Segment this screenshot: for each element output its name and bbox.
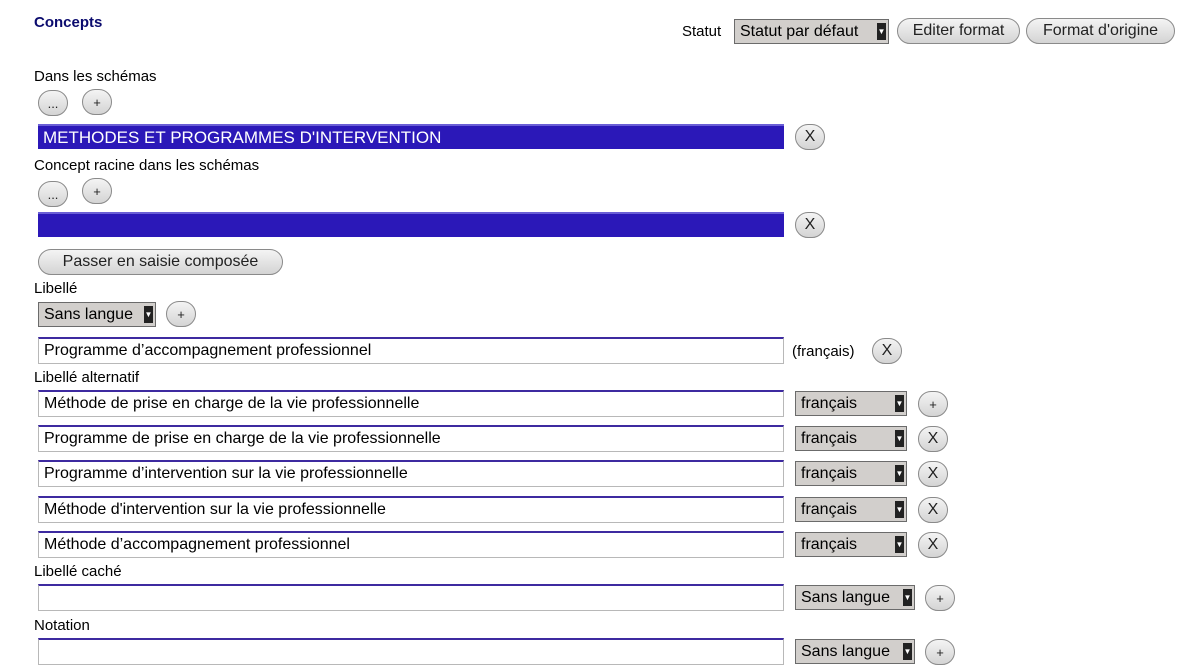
schemes-browse-button[interactable]: ... — [38, 90, 68, 116]
alt-label-input[interactable]: Méthode de prise en charge de la vie pro… — [38, 390, 784, 417]
pref-label-lang-text: (français) — [792, 343, 855, 360]
pref-label-input[interactable]: Programme d’accompagnement professionnel — [38, 337, 784, 364]
hidden-label-lang-value: Sans langue — [801, 588, 890, 606]
chevron-down-icon: ▼ — [903, 643, 912, 660]
pref-label-lang-value: Sans langue — [44, 305, 133, 323]
pref-label-lang-select[interactable]: Sans langue ▼ — [38, 302, 156, 327]
root-schemes-add-button[interactable]: + — [82, 178, 112, 204]
root-scheme-remove-button[interactable]: X — [795, 212, 825, 238]
alt-label-input[interactable]: Méthode d’accompagnement professionnel — [38, 531, 784, 558]
alt-label-add-button[interactable]: + — [918, 391, 948, 417]
alt-label-lang-select[interactable]: français ▼ — [795, 497, 907, 522]
alt-label-lang-value: français — [801, 429, 858, 447]
alt-label-remove-button[interactable]: X — [918, 497, 948, 523]
alt-label-input[interactable]: Programme de prise en charge de la vie p… — [38, 425, 784, 452]
alt-label-remove-button[interactable]: X — [918, 426, 948, 452]
page-title: Concepts — [34, 14, 103, 31]
alt-label-remove-button[interactable]: X — [918, 532, 948, 558]
hidden-label-label: Libellé caché — [34, 563, 122, 580]
notation-add-button[interactable]: + — [925, 639, 955, 665]
alt-labels-label: Libellé alternatif — [34, 369, 140, 386]
alt-label-remove-button[interactable]: X — [918, 461, 948, 487]
schemes-label: Dans les schémas — [34, 68, 157, 85]
chevron-down-icon: ▼ — [903, 589, 912, 606]
alt-label-lang-value: français — [801, 535, 858, 553]
alt-label-input[interactable]: Programme d’intervention sur la vie prof… — [38, 460, 784, 487]
pref-label-remove-button[interactable]: X — [872, 338, 902, 364]
alt-label-lang-select[interactable]: français ▼ — [795, 426, 907, 451]
notation-label: Notation — [34, 617, 90, 634]
notation-lang-select[interactable]: Sans langue ▼ — [795, 639, 915, 664]
chevron-down-icon: ▼ — [877, 23, 886, 40]
schemes-add-button[interactable]: + — [82, 89, 112, 115]
statut-label: Statut — [682, 23, 722, 40]
alt-label-lang-value: français — [801, 500, 858, 518]
scheme-item: METHODES ET PROGRAMMES D'INTERVENTION — [38, 124, 784, 149]
alt-label-lang-select[interactable]: français ▼ — [795, 461, 907, 486]
alt-label-lang-value: français — [801, 464, 858, 482]
hidden-label-lang-select[interactable]: Sans langue ▼ — [795, 585, 915, 610]
alt-label-input[interactable]: Méthode d'intervention sur la vie profes… — [38, 496, 784, 523]
notation-lang-value: Sans langue — [801, 642, 890, 660]
chevron-down-icon: ▼ — [895, 536, 904, 553]
original-format-button[interactable]: Format d'origine — [1026, 18, 1175, 44]
scheme-remove-button[interactable]: X — [795, 124, 825, 150]
statut-select-value: Statut par défaut — [740, 22, 859, 40]
chevron-down-icon: ▼ — [895, 430, 904, 447]
edit-format-button[interactable]: Editer format — [897, 18, 1020, 44]
root-schemes-browse-button[interactable]: ... — [38, 181, 68, 207]
notation-input[interactable] — [38, 638, 784, 665]
alt-label-lang-select[interactable]: français ▼ — [795, 532, 907, 557]
statut-select[interactable]: Statut par défaut ▼ — [734, 19, 889, 44]
chevron-down-icon: ▼ — [895, 501, 904, 518]
pref-label-add-button[interactable]: + — [166, 301, 196, 327]
root-schemes-label: Concept racine dans les schémas — [34, 157, 260, 174]
hidden-label-input[interactable] — [38, 584, 784, 611]
chevron-down-icon: ▼ — [895, 395, 904, 412]
chevron-down-icon: ▼ — [895, 465, 904, 482]
composed-entry-button[interactable]: Passer en saisie composée — [38, 249, 283, 275]
pref-label-label: Libellé — [34, 280, 78, 297]
alt-label-lang-value: français — [801, 394, 858, 412]
chevron-down-icon: ▼ — [144, 306, 153, 323]
hidden-label-add-button[interactable]: + — [925, 585, 955, 611]
alt-label-lang-select[interactable]: français ▼ — [795, 391, 907, 416]
root-scheme-item — [38, 212, 784, 237]
